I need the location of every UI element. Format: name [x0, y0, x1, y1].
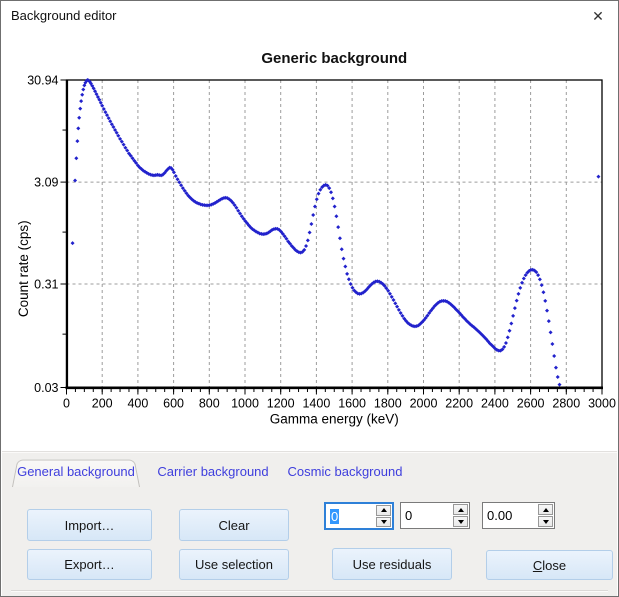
svg-text:0.31: 0.31 [34, 278, 58, 292]
window-title: Background editor [11, 8, 117, 23]
svg-text:Generic background: Generic background [261, 50, 407, 67]
close-button[interactable]: Close [486, 550, 613, 580]
spinbox-3[interactable]: 0.00 [482, 502, 555, 529]
svg-text:1200: 1200 [267, 397, 295, 411]
spinbox-1-input[interactable]: 0 [326, 504, 375, 528]
spinbox-2-down-arrow-icon[interactable] [453, 516, 468, 527]
export-button[interactable]: Export… [27, 549, 152, 580]
close-button-mnemonic: C [533, 558, 542, 573]
svg-text:2800: 2800 [552, 397, 580, 411]
svg-text:2400: 2400 [481, 397, 509, 411]
svg-text:3.09: 3.09 [34, 176, 58, 190]
spinbox-1-up-arrow-icon[interactable] [376, 505, 391, 516]
tab-page-bottom-edge [11, 590, 608, 591]
use-selection-button[interactable]: Use selection [179, 549, 289, 580]
svg-text:30.94: 30.94 [27, 74, 58, 88]
svg-text:800: 800 [199, 397, 220, 411]
svg-text:0: 0 [63, 397, 70, 411]
clear-button[interactable]: Clear [179, 509, 289, 541]
svg-text:0.03: 0.03 [34, 381, 58, 395]
svg-text:1600: 1600 [338, 397, 366, 411]
svg-text:200: 200 [92, 397, 113, 411]
close-button-label-rest: lose [542, 558, 566, 573]
spinbox-3-input[interactable]: 0.00 [483, 503, 537, 528]
spinbox-1-arrows [375, 504, 392, 528]
svg-text:3000: 3000 [588, 397, 616, 411]
spinbox-3-down-arrow-icon[interactable] [538, 516, 553, 527]
spinbox-2[interactable]: 0 [400, 502, 470, 529]
spinbox-2-arrows [452, 503, 469, 528]
svg-text:600: 600 [163, 397, 184, 411]
spinbox-1[interactable]: 0 [324, 502, 394, 530]
svg-text:Gamma energy (keV): Gamma energy (keV) [270, 412, 399, 427]
spinbox-3-arrows [537, 503, 554, 528]
spinbox-1-value: 0 [330, 509, 339, 524]
chart-region: 0 200 400 600 800 1000 1200 1400 1600 1800 2000 220… [1, 31, 619, 451]
tab-panel: General background Carrier background Co… [2, 451, 617, 597]
svg-text:1000: 1000 [231, 397, 259, 411]
svg-text:2200: 2200 [445, 397, 473, 411]
spinbox-3-up-arrow-icon[interactable] [538, 504, 553, 515]
title-bar: Background editor ✕ [1, 1, 618, 31]
svg-text:1400: 1400 [302, 397, 330, 411]
import-button[interactable]: Import… [27, 509, 152, 541]
tab-carrier-background[interactable]: Carrier background [154, 464, 272, 482]
svg-text:400: 400 [127, 397, 148, 411]
spinbox-1-down-arrow-icon[interactable] [376, 517, 391, 528]
use-residuals-button[interactable]: Use residuals [332, 548, 452, 580]
svg-text:Count rate (cps): Count rate (cps) [16, 220, 31, 317]
generic-background-spectrum-chart[interactable]: 0 200 400 600 800 1000 1200 1400 1600 1800 2000 220… [1, 31, 619, 451]
svg-text:1800: 1800 [374, 397, 402, 411]
svg-text:2000: 2000 [410, 397, 438, 411]
tab-general-background[interactable]: General background [14, 464, 138, 482]
spinbox-2-up-arrow-icon[interactable] [453, 504, 468, 515]
tab-cosmic-background[interactable]: Cosmic background [286, 464, 404, 482]
svg-text:2600: 2600 [517, 397, 545, 411]
background-editor-window: Background editor ✕ 0 200 400 600 800 1000 120… [0, 0, 619, 597]
spinbox-2-input[interactable]: 0 [401, 503, 452, 528]
close-window-icon[interactable]: ✕ [589, 7, 607, 25]
